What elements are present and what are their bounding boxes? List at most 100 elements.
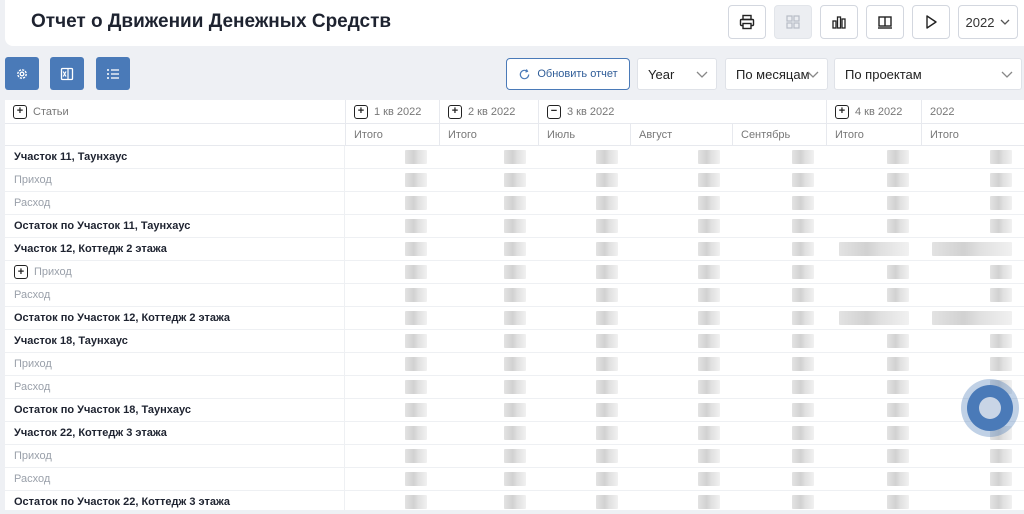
- expand-icon[interactable]: +: [835, 104, 849, 119]
- list-view-button[interactable]: [96, 57, 130, 90]
- excel-icon: [60, 67, 74, 80]
- redacted-value: [698, 426, 720, 440]
- redacted-value: [698, 357, 720, 371]
- row-label-text: Остаток по Участок 22, Коттедж 3 этажа: [14, 496, 231, 508]
- redacted-value: [504, 288, 526, 302]
- redacted-value: [792, 242, 814, 256]
- redacted-value: [792, 495, 814, 509]
- expand-icon[interactable]: +: [354, 104, 368, 119]
- redacted-value: [405, 403, 427, 417]
- redacted-value: [405, 449, 427, 463]
- table-row[interactable]: Участок 22, Коттедж 3 этажа: [5, 422, 1024, 445]
- redacted-value: [405, 196, 427, 210]
- export-excel-button[interactable]: [50, 57, 84, 90]
- redacted-value: [596, 311, 618, 325]
- redacted-value: [887, 173, 909, 187]
- redacted-value: [990, 219, 1012, 233]
- row-label-text: Приход: [14, 450, 52, 462]
- redacted-value: [405, 334, 427, 348]
- table-row[interactable]: Приход: [5, 169, 1024, 192]
- redacted-value: [990, 196, 1012, 210]
- table-row[interactable]: Расход: [5, 192, 1024, 215]
- redacted-value: [405, 380, 427, 394]
- table-row[interactable]: + Приход: [5, 261, 1024, 284]
- period-select[interactable]: Year: [637, 58, 717, 90]
- row-label-text: Участок 12, Коттедж 2 этажа: [14, 243, 167, 255]
- articles-header: + Статьи: [5, 100, 345, 123]
- column-header: Июль: [538, 124, 630, 145]
- row-label-cell: [5, 353, 345, 375]
- settings-button[interactable]: [5, 57, 39, 90]
- table-row[interactable]: Приход: [5, 353, 1024, 376]
- play-button[interactable]: [912, 5, 950, 39]
- table-row[interactable]: Расход: [5, 376, 1024, 399]
- table-row[interactable]: Участок 11, Таунхаус: [5, 146, 1024, 169]
- redacted-value: [990, 173, 1012, 187]
- redacted-value: [698, 288, 720, 302]
- table-row[interactable]: Участок 12, Коттедж 2 этажа: [5, 238, 1024, 261]
- table-row[interactable]: Остаток по Участок 22, Коттедж 3 этажа: [5, 491, 1024, 514]
- redacted-value: [596, 472, 618, 486]
- expand-all-icon[interactable]: +: [13, 104, 27, 119]
- table-row[interactable]: Остаток по Участок 12, Коттедж 2 этажа: [5, 307, 1024, 330]
- redacted-value: [698, 449, 720, 463]
- group-q4[interactable]: + 4 кв 2022: [826, 100, 921, 123]
- print-button[interactable]: [728, 5, 766, 39]
- expand-icon[interactable]: +: [448, 104, 462, 119]
- year-select[interactable]: 2022: [958, 5, 1018, 39]
- redacted-value: [596, 265, 618, 279]
- row-label: Участок 12, Коттедж 2 этажа: [14, 238, 167, 260]
- grid-view-button[interactable]: [774, 5, 812, 39]
- redacted-value: [792, 311, 814, 325]
- redacted-value: [596, 495, 618, 509]
- table-row[interactable]: Расход: [5, 284, 1024, 307]
- collapse-icon[interactable]: −: [547, 104, 561, 119]
- grouping-select[interactable]: По месяцам: [725, 58, 828, 90]
- chevron-down-icon: [696, 71, 708, 78]
- row-label-cell: [5, 284, 345, 306]
- list-icon: [107, 68, 119, 79]
- redacted-value: [596, 173, 618, 187]
- redacted-value: [596, 357, 618, 371]
- redacted-value: [887, 357, 909, 371]
- table-row[interactable]: Участок 18, Таунхаус: [5, 330, 1024, 353]
- redacted-value: [792, 449, 814, 463]
- redacted-value: [698, 495, 720, 509]
- refresh-report-button[interactable]: Обновить отчет: [506, 58, 630, 90]
- column-header: Август: [630, 124, 732, 145]
- table-row[interactable]: Остаток по Участок 18, Таунхаус: [5, 399, 1024, 422]
- redacted-value: [887, 265, 909, 279]
- group-q3[interactable]: − 3 кв 2022: [538, 100, 826, 123]
- row-label-text: Участок 22, Коттедж 3 этажа: [14, 427, 167, 439]
- row-label: Остаток по Участок 11, Таунхаус: [14, 215, 190, 237]
- grouping-value: По месяцам: [736, 66, 810, 82]
- row-label: Участок 18, Таунхаус: [14, 330, 128, 352]
- grid-icon: [786, 15, 800, 29]
- bar-chart-icon: [832, 16, 846, 29]
- expand-icon[interactable]: +: [14, 265, 28, 279]
- chart-button[interactable]: [820, 5, 858, 39]
- redacted-value: [405, 242, 427, 256]
- report-table: + Статьи + 1 кв 2022 + 2 кв 2022 − 3 кв …: [5, 100, 1024, 514]
- chevron-down-icon: [1001, 71, 1013, 78]
- group-q1[interactable]: + 1 кв 2022: [345, 100, 439, 123]
- redacted-value: [887, 403, 909, 417]
- projects-select[interactable]: По проектам: [834, 58, 1022, 90]
- redacted-value: [698, 196, 720, 210]
- page-title: Отчет о Движении Денежных Средств: [31, 11, 392, 32]
- table-row[interactable]: Приход: [5, 445, 1024, 468]
- column-header: Итого: [921, 124, 1024, 145]
- row-label-text: Участок 18, Таунхаус: [14, 335, 128, 347]
- redacted-value: [887, 449, 909, 463]
- book-view-button[interactable]: [866, 5, 904, 39]
- table-row[interactable]: Расход: [5, 468, 1024, 491]
- redacted-value: [596, 242, 618, 256]
- group-q2[interactable]: + 2 кв 2022: [439, 100, 538, 123]
- row-label: Расход: [14, 284, 50, 306]
- redacted-value: [504, 150, 526, 164]
- redacted-value: [405, 265, 427, 279]
- redacted-value: [792, 265, 814, 279]
- redacted-value: [792, 472, 814, 486]
- table-row[interactable]: Остаток по Участок 11, Таунхаус: [5, 215, 1024, 238]
- chat-widget-button[interactable]: [967, 385, 1013, 431]
